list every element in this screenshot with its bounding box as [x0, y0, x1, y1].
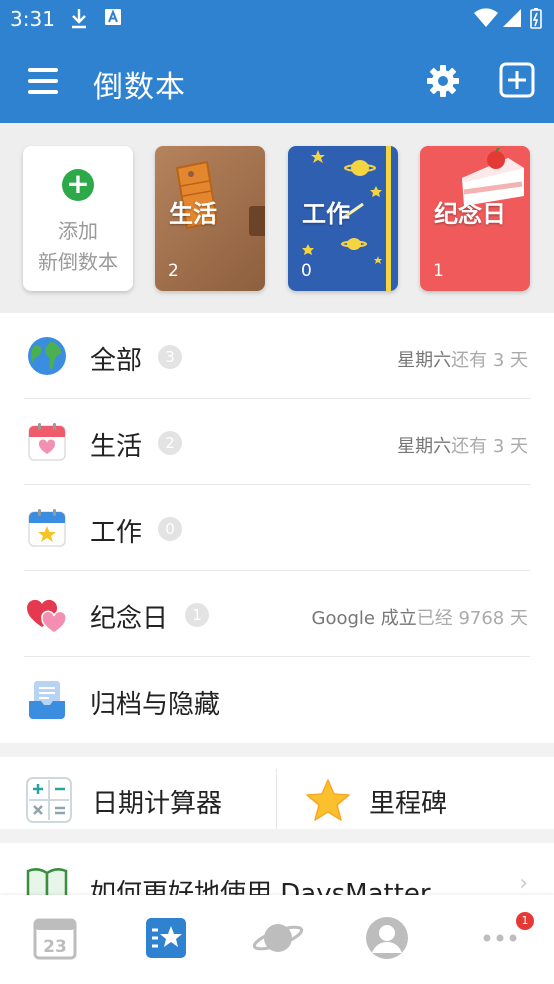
page-title: 倒数本 — [93, 70, 186, 105]
list-item-info: 星期六还有 3 天 — [397, 346, 528, 372]
notification-badge: 1 — [516, 912, 534, 930]
info-event: 星期六 — [397, 436, 452, 457]
list-item-info: 星期六还有 3 天 — [397, 432, 528, 458]
add-category-card[interactable]: + 添加 新倒数本 — [23, 146, 133, 291]
nav-calendar-icon[interactable]: 23 — [32, 915, 78, 961]
download-icon — [72, 9, 86, 29]
list-item-work[interactable]: 工作 0 — [0, 485, 554, 571]
category-card-title: 生活 — [169, 200, 217, 228]
info-days: 还有 3 天 — [451, 350, 528, 371]
globe-icon — [28, 337, 66, 375]
count-badge: 0 — [158, 517, 182, 541]
archive-icon — [29, 681, 65, 719]
status-bar: 3:31 — [0, 0, 554, 38]
tools-row: 日期计算器 里程碑 — [0, 757, 554, 829]
nav-calendar-day: 23 — [43, 937, 67, 957]
calendar-star-icon — [28, 509, 66, 547]
battery-icon — [530, 8, 542, 29]
nav-countdown-icon[interactable] — [143, 915, 189, 961]
milestone-label: 里程碑 — [369, 789, 448, 819]
list-item-label: 归档与隐藏 — [90, 690, 221, 720]
list-item-all[interactable]: 全部 3 星期六还有 3 天 — [0, 313, 554, 399]
list-item-label: 纪念日 — [90, 604, 169, 634]
category-card-title: 工作 — [302, 200, 350, 228]
count-badge: 3 — [158, 345, 182, 369]
count-badge: 1 — [185, 603, 209, 627]
date-calculator-button[interactable]: 日期计算器 — [0, 757, 276, 829]
category-card-count: 1 — [433, 261, 444, 281]
category-strip: + 添加 新倒数本 生活 2 工作 0 纪念日 1 — [0, 123, 554, 313]
nav-planet-icon[interactable] — [252, 915, 304, 961]
list-item-info: Google 成立已经 9768 天 — [312, 604, 528, 630]
calendar-heart-icon — [28, 423, 66, 461]
status-time: 3:31 — [10, 7, 55, 31]
list-item-archive[interactable]: 归档与隐藏 — [0, 657, 554, 743]
category-card-count: 2 — [168, 261, 179, 281]
category-card-count: 0 — [301, 261, 312, 281]
add-event-icon[interactable] — [498, 61, 536, 99]
menu-icon[interactable] — [28, 68, 58, 94]
category-card-life[interactable]: 生活 2 — [155, 146, 265, 291]
list-item-anniversary[interactable]: 纪念日 1 Google 成立已经 9768 天 — [0, 571, 554, 657]
calculator-icon — [26, 777, 72, 823]
list-item-label: 全部 — [90, 346, 143, 376]
star-icon — [306, 779, 350, 821]
app-bar: 倒数本 — [0, 38, 554, 123]
chevron-right-icon: › — [519, 871, 528, 895]
howto-link[interactable]: 如何更好地使用 DaysMatter › — [0, 843, 554, 895]
category-card-title: 纪念日 — [434, 200, 506, 228]
milestone-button[interactable]: 里程碑 — [277, 757, 554, 829]
font-icon — [105, 9, 121, 25]
gear-icon[interactable] — [424, 62, 462, 100]
category-card-work[interactable]: 工作 0 — [288, 146, 398, 291]
calculator-label: 日期计算器 — [92, 789, 223, 819]
info-days: 已经 9768 天 — [416, 608, 528, 629]
list-item-label: 工作 — [90, 518, 143, 548]
nav-profile-icon[interactable] — [364, 915, 410, 961]
info-event: 星期六 — [397, 350, 452, 371]
info-days: 还有 3 天 — [451, 436, 528, 457]
add-plus-icon: + — [62, 169, 94, 201]
info-event: Google 成立 — [311, 608, 417, 629]
list-item-life[interactable]: 生活 2 星期六还有 3 天 — [0, 399, 554, 485]
book-icon — [26, 868, 68, 895]
hearts-icon — [26, 599, 67, 634]
wifi-icon — [474, 8, 498, 27]
count-badge: 2 — [158, 431, 182, 455]
list-item-label: 生活 — [90, 432, 143, 462]
add-card-line2: 新倒数本 — [38, 250, 118, 274]
bottom-nav: 23 1 — [0, 895, 554, 984]
add-card-line1: 添加 — [58, 219, 98, 243]
card-strap — [249, 206, 265, 236]
howto-text: 如何更好地使用 DaysMatter — [90, 879, 431, 895]
category-card-anniversary[interactable]: 纪念日 1 — [420, 146, 530, 291]
category-list: 全部 3 星期六还有 3 天 生活 2 星期六还有 3 天 工作 0 纪念日 1… — [0, 313, 554, 743]
signal-icon — [503, 9, 521, 27]
